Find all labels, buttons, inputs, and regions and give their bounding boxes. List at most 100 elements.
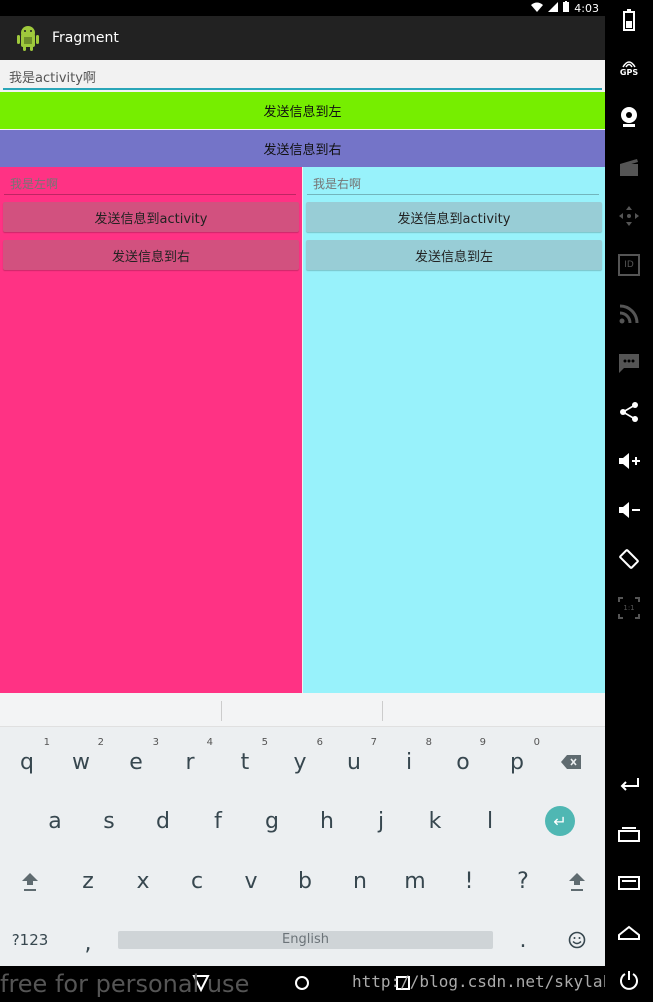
left-fragment-input[interactable]	[4, 173, 296, 195]
key-label: g	[265, 808, 279, 834]
key-v[interactable]: v	[226, 856, 276, 906]
key-r[interactable]: r4	[165, 737, 215, 787]
key-label: b	[298, 868, 312, 894]
key-label: f	[214, 808, 222, 834]
gps-icon[interactable]: GPS	[617, 56, 641, 80]
key-x[interactable]: x	[118, 856, 168, 906]
recents-icon[interactable]	[617, 822, 641, 846]
key-m[interactable]: m	[390, 856, 440, 906]
emulator-root: 4:03 Fragment 发送信息到左 发送信息到右 发送信息到activit…	[0, 0, 653, 1002]
back-icon[interactable]	[617, 772, 641, 796]
id-label: ID	[624, 260, 634, 270]
key-z[interactable]: z	[63, 856, 113, 906]
key-label: r	[185, 749, 195, 775]
emoji-icon	[568, 931, 586, 949]
activity-input[interactable]	[3, 64, 602, 90]
key-hint: 1	[43, 737, 50, 748]
key-j[interactable]: j	[356, 796, 406, 846]
rotate-icon[interactable]	[617, 547, 641, 571]
key-i[interactable]: i8	[384, 737, 434, 787]
suggestion-divider	[382, 701, 383, 721]
suggestion-strip	[0, 693, 605, 727]
key-d[interactable]: d	[138, 796, 188, 846]
key-s[interactable]: s	[84, 796, 134, 846]
key-u[interactable]: u7	[329, 737, 379, 787]
rss-icon[interactable]	[617, 302, 641, 326]
emoji-key[interactable]	[552, 915, 602, 965]
home-icon[interactable]	[293, 974, 311, 997]
action-bar: Fragment	[0, 16, 605, 60]
right-fragment-input[interactable]	[307, 173, 599, 195]
sms-icon[interactable]	[617, 351, 641, 375]
key-h[interactable]: h	[302, 796, 352, 846]
send-to-right-button[interactable]: 发送信息到右	[0, 130, 605, 167]
backspace-icon[interactable]	[546, 737, 596, 787]
suggestion-divider	[221, 701, 222, 721]
left-send-to-right-button[interactable]: 发送信息到右	[3, 240, 299, 270]
key-label: y	[293, 749, 307, 775]
period-key[interactable]: .	[498, 915, 548, 965]
key-hint: 5	[261, 737, 268, 748]
key-![interactable]: !	[444, 856, 494, 906]
key-hint: 3	[152, 737, 159, 748]
key-label: c	[190, 868, 204, 894]
comma-key[interactable]: ,	[63, 918, 113, 968]
share-icon[interactable]	[617, 400, 641, 424]
scale-icon[interactable]: 1:1	[617, 596, 641, 620]
key-w[interactable]: w2	[56, 737, 106, 787]
key-label: v	[244, 868, 258, 894]
right-send-to-activity-button[interactable]: 发送信息到activity	[306, 202, 602, 232]
key-label: q	[20, 749, 34, 775]
key-n[interactable]: n	[335, 856, 385, 906]
power-icon[interactable]	[617, 968, 641, 992]
key-f[interactable]: f	[193, 796, 243, 846]
key-a[interactable]: a	[30, 796, 80, 846]
send-to-left-button[interactable]: 发送信息到左	[0, 92, 605, 129]
gps-label: GPS	[619, 67, 639, 77]
key-q[interactable]: q1	[2, 737, 52, 787]
key-c[interactable]: c	[172, 856, 222, 906]
left-fragment: 发送信息到activity 发送信息到右	[0, 167, 302, 693]
key-hint: 9	[479, 737, 486, 748]
key-b[interactable]: b	[280, 856, 330, 906]
key-e[interactable]: e3	[111, 737, 161, 787]
shift-left-key[interactable]	[5, 856, 55, 906]
watermark-right: http://blog.csdn.net/skylake	[352, 972, 622, 991]
home-icon[interactable]	[617, 921, 641, 945]
key-t[interactable]: t5	[220, 737, 270, 787]
key-label: h	[320, 808, 334, 834]
key-label: j	[377, 808, 385, 834]
key-label: t	[240, 749, 250, 775]
key-l[interactable]: l	[465, 796, 515, 846]
key-g[interactable]: g	[247, 796, 297, 846]
key-label: w	[72, 749, 90, 775]
left-send-to-activity-button[interactable]: 发送信息到activity	[3, 202, 299, 232]
menu-icon[interactable]	[617, 871, 641, 895]
key-p[interactable]: p0	[492, 737, 542, 787]
battery-icon[interactable]	[617, 8, 641, 32]
key-label: d	[156, 808, 170, 834]
symbols-key[interactable]: ?123	[5, 915, 55, 965]
key-y[interactable]: y6	[275, 737, 325, 787]
key-k[interactable]: k	[410, 796, 460, 846]
key-?[interactable]: ?	[498, 856, 548, 906]
volume-up-icon[interactable]	[617, 449, 641, 473]
app-title: Fragment	[52, 30, 119, 46]
status-bar: 4:03	[0, 0, 605, 16]
id-icon[interactable]: ID	[617, 253, 641, 277]
key-o[interactable]: o9	[438, 737, 488, 787]
enter-key[interactable]: ↵	[535, 796, 585, 846]
key-hint: 4	[206, 737, 213, 748]
dpad-icon[interactable]	[617, 204, 641, 228]
right-send-to-left-button[interactable]: 发送信息到左	[306, 240, 602, 270]
shift-right-key[interactable]	[552, 856, 602, 906]
battery-status-icon	[563, 1, 570, 15]
video-icon[interactable]	[617, 155, 641, 179]
volume-down-icon[interactable]	[617, 498, 641, 522]
space-bar[interactable]: English	[118, 931, 493, 949]
android-app-icon	[14, 24, 42, 52]
wifi-icon	[531, 2, 544, 15]
camera-icon[interactable]	[617, 105, 641, 129]
emulator-side-panel: GPS ID 1:1	[605, 0, 653, 1002]
key-label: e	[129, 749, 143, 775]
